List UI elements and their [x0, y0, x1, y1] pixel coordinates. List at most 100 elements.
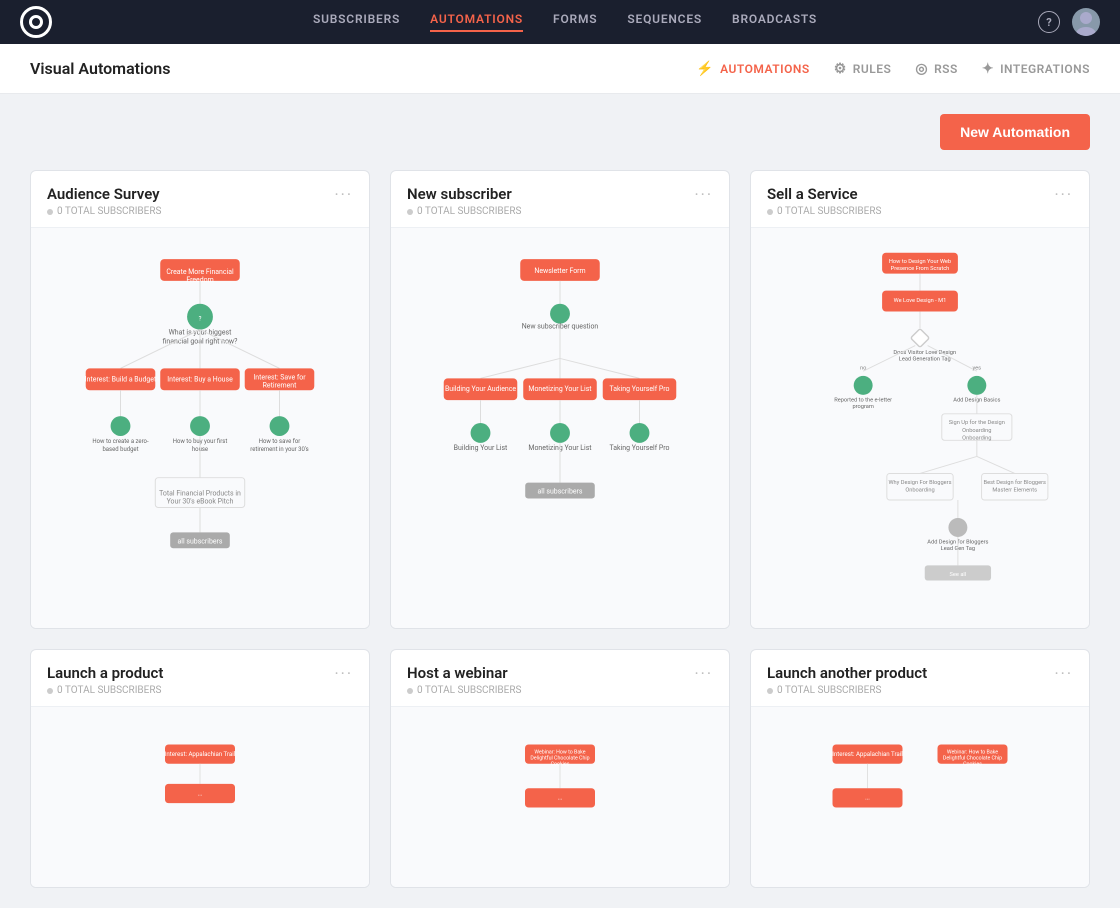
sub-nav-integrations[interactable]: ✦ Integrations: [982, 61, 1090, 77]
card-menu-button[interactable]: ···: [1054, 185, 1073, 204]
card-preview[interactable]: Interest: Appalachian Trail Webinar: How…: [751, 706, 1089, 887]
nav-right: ?: [1038, 8, 1100, 36]
svg-text:How to create a zero-: How to create a zero-: [92, 438, 149, 445]
svg-text:...: ...: [558, 795, 563, 802]
card-title: Host a webinar: [407, 664, 521, 682]
content-header: New Automation: [30, 114, 1090, 150]
svg-text:We Love Design - M1: We Love Design - M1: [894, 298, 947, 304]
svg-text:Sign Up for the Design: Sign Up for the Design: [949, 419, 1005, 426]
svg-text:Building Your List: Building Your List: [454, 444, 508, 452]
card-preview[interactable]: Create More Financial Freedom ? What is …: [31, 227, 369, 628]
svg-text:Delightful Chocolate Chip: Delightful Chocolate Chip: [530, 754, 589, 761]
card-menu-button[interactable]: ···: [334, 185, 353, 204]
card-title: Sell a Service: [767, 185, 881, 203]
status-dot: [47, 209, 53, 215]
card-preview[interactable]: Interest: Appalachian Trail ...: [31, 706, 369, 887]
new-automation-button[interactable]: New Automation: [940, 114, 1090, 150]
card-menu-button[interactable]: ···: [694, 664, 713, 683]
sub-nav-links: ⚡ Automations ⚙ Rules ◎ RSS ✦ Integratio…: [696, 61, 1090, 77]
card-preview[interactable]: Newsletter Form New subscriber question …: [391, 227, 729, 628]
svg-text:Interest: Appalachian Trail: Interest: Appalachian Trail: [165, 751, 236, 758]
svg-text:See all: See all: [950, 572, 967, 578]
card-subtitle: 0 TOTAL SUBSCRIBERS: [407, 206, 521, 217]
nav-broadcasts[interactable]: Broadcasts: [732, 12, 817, 32]
svg-text:Why Design For Bloggers: Why Design For Bloggers: [888, 480, 951, 486]
logo[interactable]: [20, 6, 52, 38]
svg-text:all subscribers: all subscribers: [178, 537, 223, 545]
rules-icon: ⚙: [834, 61, 847, 77]
svg-text:Lead Generation Tag: Lead Generation Tag: [899, 357, 951, 363]
status-dot: [47, 688, 53, 694]
card-header: New subscriber 0 TOTAL SUBSCRIBERS ···: [391, 171, 729, 227]
integrations-icon: ✦: [982, 61, 994, 77]
card-header: Launch a product 0 TOTAL SUBSCRIBERS ···: [31, 650, 369, 706]
card-header: Launch another product 0 TOTAL SUBSCRIBE…: [751, 650, 1089, 706]
svg-text:Reported to the e-letter: Reported to the e-letter: [834, 397, 892, 403]
svg-text:program: program: [852, 404, 873, 410]
svg-text:yes: yes: [973, 365, 982, 371]
card-header: Sell a Service 0 TOTAL SUBSCRIBERS ···: [751, 171, 1089, 227]
nav-subscribers[interactable]: Subscribers: [313, 12, 400, 32]
svg-text:Interest: Save for: Interest: Save for: [253, 373, 306, 381]
sub-nav-rules[interactable]: ⚙ Rules: [834, 61, 892, 77]
nav-sequences[interactable]: Sequences: [627, 12, 702, 32]
card-launch-another-product: Launch another product 0 TOTAL SUBSCRIBE…: [750, 649, 1090, 888]
logo-inner: [29, 15, 43, 29]
card-menu-button[interactable]: ···: [1054, 664, 1073, 683]
rss-icon: ◎: [915, 61, 928, 77]
card-subtitle: 0 TOTAL SUBSCRIBERS: [47, 206, 161, 217]
content: New Automation Audience Survey 0 TOTAL S…: [0, 94, 1120, 908]
svg-text:...: ...: [198, 790, 203, 797]
svg-text:Webinar: How to Bake: Webinar: How to Bake: [534, 749, 585, 755]
nav-automations[interactable]: Automations: [430, 12, 523, 32]
card-launch-product: Launch a product 0 TOTAL SUBSCRIBERS ···…: [30, 649, 370, 888]
card-sell-service: Sell a Service 0 TOTAL SUBSCRIBERS ··· H…: [750, 170, 1090, 629]
sub-nav-rss-label: RSS: [934, 62, 958, 76]
sub-nav-rules-label: Rules: [853, 62, 892, 76]
svg-text:Taking Yourself Pro: Taking Yourself Pro: [610, 385, 670, 393]
status-dot: [407, 688, 413, 694]
svg-text:Presence From Scratch: Presence From Scratch: [891, 266, 950, 272]
sub-nav-integrations-label: Integrations: [1000, 62, 1090, 76]
card-title: Audience Survey: [47, 185, 161, 203]
svg-text:Building Your Audience: Building Your Audience: [445, 385, 516, 393]
svg-text:Interest: Buy a House: Interest: Buy a House: [167, 375, 233, 383]
card-header: Host a webinar 0 TOTAL SUBSCRIBERS ···: [391, 650, 729, 706]
card-menu-button[interactable]: ···: [334, 664, 353, 683]
svg-text:Retirement: Retirement: [263, 381, 297, 389]
sub-nav: Visual Automations ⚡ Automations ⚙ Rules…: [0, 44, 1120, 94]
avatar[interactable]: [1072, 8, 1100, 36]
svg-text:Your 30's eBook Pitch: Your 30's eBook Pitch: [167, 498, 234, 506]
card-host-webinar: Host a webinar 0 TOTAL SUBSCRIBERS ··· W…: [390, 649, 730, 888]
svg-text:Webinar: How to Bake: Webinar: How to Bake: [947, 749, 998, 755]
svg-text:Cookies: Cookies: [963, 762, 982, 768]
svg-text:Monetizing Your List: Monetizing Your List: [528, 385, 592, 393]
svg-text:Best Design for Bloggers: Best Design for Bloggers: [984, 479, 1046, 486]
svg-text:Onboarding: Onboarding: [905, 487, 934, 493]
card-title: Launch a product: [47, 664, 163, 682]
svg-text:...: ...: [865, 795, 870, 802]
svg-text:Onboarding: Onboarding: [962, 428, 991, 434]
svg-text:based budget: based budget: [102, 446, 138, 453]
svg-text:Create More Financial: Create More Financial: [166, 268, 234, 276]
card-audience-survey: Audience Survey 0 TOTAL SUBSCRIBERS ··· …: [30, 170, 370, 629]
nav-links: Subscribers Automations Forms Sequences …: [92, 12, 1038, 32]
card-preview[interactable]: Webinar: How to Bake Delightful Chocolat…: [391, 706, 729, 887]
svg-text:Newsletter Form: Newsletter Form: [534, 267, 585, 275]
card-new-subscriber: New subscriber 0 TOTAL SUBSCRIBERS ··· N…: [390, 170, 730, 629]
sub-nav-rss[interactable]: ◎ RSS: [915, 61, 958, 77]
automations-icon: ⚡: [696, 61, 714, 77]
nav-forms[interactable]: Forms: [553, 12, 597, 32]
card-header: Audience Survey 0 TOTAL SUBSCRIBERS ···: [31, 171, 369, 227]
svg-text:?: ?: [199, 316, 202, 323]
svg-text:How to Design Your Web: How to Design Your Web: [889, 259, 951, 265]
svg-text:Total Financial Products in: Total Financial Products in: [159, 490, 241, 498]
automation-cards-grid: Audience Survey 0 TOTAL SUBSCRIBERS ··· …: [30, 170, 1090, 888]
card-menu-button[interactable]: ···: [694, 185, 713, 204]
sub-nav-automations[interactable]: ⚡ Automations: [696, 61, 810, 77]
card-preview[interactable]: How to Design Your Web Presence From Scr…: [751, 227, 1089, 628]
svg-text:retirement in your 30's: retirement in your 30's: [250, 446, 308, 453]
sub-nav-automations-label: Automations: [720, 62, 810, 76]
card-title: New subscriber: [407, 185, 521, 203]
help-button[interactable]: ?: [1038, 11, 1060, 33]
